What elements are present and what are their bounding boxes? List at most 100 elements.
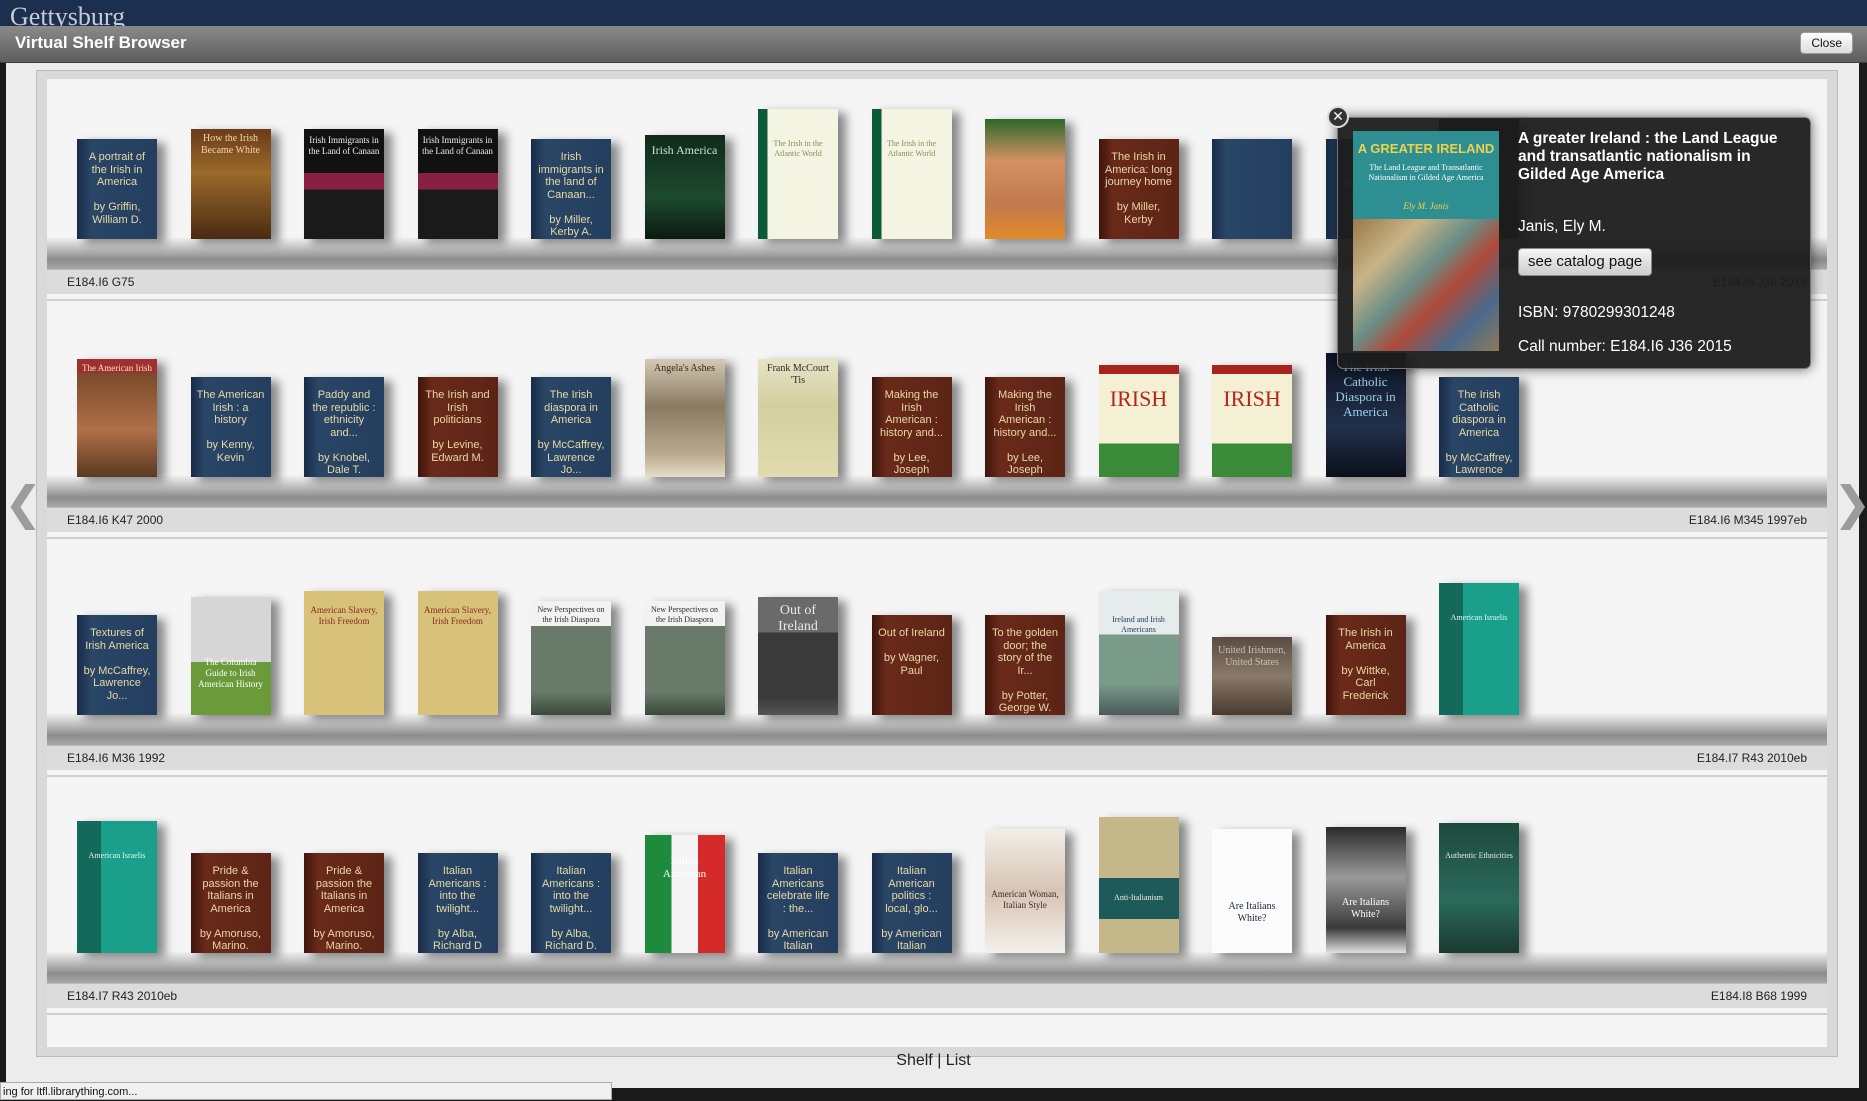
book-cover[interactable]: Are Italians White? — [1212, 829, 1292, 953]
cover-title: Italian American — [662, 855, 707, 880]
cover-title: Ireland and Irish Americans — [1112, 615, 1165, 634]
book-text: The American Irish : a history by Kenny,… — [196, 389, 265, 464]
book-cover[interactable]: Anti-Italianism — [1098, 817, 1179, 953]
book-cover[interactable]: Are Italians White? — [1325, 827, 1406, 953]
book-cover[interactable]: IRISH — [1098, 365, 1179, 477]
book-cover[interactable]: The Irish diaspora in America by McCaffr… — [531, 377, 611, 477]
book-cover[interactable]: Out of Ireland — [758, 597, 838, 715]
book-cover[interactable]: The Columbia Guide to Irish American His… — [190, 597, 271, 715]
book-cover[interactable]: Angela's Ashes — [644, 359, 725, 477]
popup-call-number: Call number: E184.I6 J36 2015 — [1518, 338, 1732, 355]
cover-art — [1098, 817, 1179, 953]
shelf-row: E184.I7 R43 2010eb E184.I8 B68 1999 Americ… — [47, 793, 1827, 1015]
prev-arrow-icon[interactable]: ❮ — [4, 480, 43, 526]
book-cover[interactable]: American Slavery, Irish Freedom — [304, 591, 384, 715]
book-cover[interactable]: Italian Americans : into the twilight...… — [417, 853, 498, 953]
dialog-titlebar: Virtual Shelf Browser Close — [0, 26, 1867, 63]
book-cover[interactable]: Irish immigrants in the land of Canaan..… — [531, 139, 611, 239]
book-cover[interactable]: IRISH — [1212, 365, 1292, 477]
cover-title: Out of Ireland — [778, 603, 818, 634]
book-cover[interactable]: The Irish in the Atlantic World — [871, 109, 952, 239]
see-catalog-page-button[interactable]: see catalog page — [1518, 248, 1653, 276]
book-cover[interactable]: American Woman, Italian Style — [985, 829, 1065, 953]
book-cover[interactable]: Paddy and the republic : ethnicity and..… — [304, 377, 384, 477]
book-cover[interactable]: The American Irish : a history by Kenny,… — [190, 377, 271, 477]
cover-art — [644, 359, 725, 477]
book-cover[interactable]: The Irish in America by Wittke, Carl Fre… — [1325, 615, 1406, 715]
book-text: Italian American politics : local, glo..… — [881, 865, 942, 953]
shelf-view-link[interactable]: Shelf — [896, 1052, 932, 1069]
shelf-row: E184.I6 M36 1992 E184.I7 R43 2010eb Textur… — [47, 555, 1827, 777]
popup-cover-subtitle: The Land League and Transatlantic Nation… — [1368, 163, 1484, 182]
cover-art — [1325, 827, 1406, 953]
close-button[interactable]: Close — [1800, 32, 1853, 54]
cover-title: The American Irish — [82, 363, 152, 373]
book-cover[interactable]: Italian Americans : into the twilight...… — [531, 853, 611, 953]
book-cover[interactable]: Irish Immigrants in the Land of Canaan — [304, 129, 384, 239]
book-text: Making the Irish American : history and.… — [993, 389, 1057, 476]
book-cover[interactable]: How the Irish Became White — [190, 129, 271, 239]
cover-title: Irish Immigrants in the Land of Canaan — [308, 135, 380, 156]
cover-title: Are Italians White? — [1342, 897, 1389, 920]
cover-title: Irish America — [651, 143, 718, 157]
list-view-link[interactable]: List — [946, 1052, 971, 1069]
book-cover[interactable]: The Irish in America: long journey home … — [1098, 139, 1179, 239]
book-cover[interactable]: The Irish in the Atlantic World — [758, 109, 838, 239]
book-cover[interactable]: Textures of Irish America by McCaffrey, … — [77, 615, 157, 715]
shelf-label-bar: E184.I7 R43 2010eb E184.I8 B68 1999 — [47, 983, 1827, 1008]
book-text: The Irish and Irish politicians by Levin… — [425, 389, 490, 464]
book-cover[interactable]: Irish Immigrants in the Land of Canaan — [417, 129, 498, 239]
cover-art — [1098, 365, 1179, 477]
next-arrow-icon[interactable]: ❯ — [1833, 480, 1867, 526]
book-cover[interactable]: Pride & passion the Italians in America … — [304, 853, 384, 953]
book-cover[interactable]: A portrait of the Irish in America by Gr… — [77, 139, 157, 239]
site-logo: Gettysburg — [10, 2, 126, 26]
cover-art — [1439, 583, 1519, 715]
book-text: To the golden door; the story of the Ir.… — [991, 627, 1059, 714]
book-text: A portrait of the Irish in America by Gr… — [88, 151, 146, 226]
cover-title: How the Irish Became White — [201, 133, 260, 156]
book-cover[interactable]: Frank McCourt 'Tis — [758, 359, 838, 477]
book-cover[interactable]: The Irish and Irish politicians by Levin… — [417, 377, 498, 477]
book-cover[interactable]: United Irishmen, United States — [1212, 637, 1292, 715]
dialog-title: Virtual Shelf Browser — [15, 33, 187, 52]
cover-title: Angela's Ashes — [654, 363, 715, 374]
book-cover[interactable]: American Israelis — [77, 821, 157, 953]
book-cover[interactable]: Italian American — [644, 835, 725, 953]
book-text: Out of Ireland by Wagner, Paul — [878, 627, 945, 677]
cover-title: United Irishmen, United States — [1218, 645, 1286, 668]
book-cover[interactable]: Making the Irish American : history and.… — [985, 377, 1065, 477]
popup-book-cover: A GREATER IRELAND The Land League and Tr… — [1353, 131, 1499, 351]
book-text: The Irish in America: long journey home … — [1104, 151, 1173, 226]
book-cover[interactable]: Pride & passion the Italians in America … — [190, 853, 271, 953]
book-cover[interactable]: The Irish Catholic Diaspora in America — [1325, 353, 1406, 477]
book-cover[interactable] — [1212, 139, 1292, 239]
book-text: Italian Americans celebrate life : the..… — [766, 865, 830, 953]
book-cover[interactable]: Making the Irish American : history and.… — [871, 377, 952, 477]
book-cover[interactable]: Ireland and Irish Americans — [1098, 591, 1179, 715]
book-cover[interactable]: New Perspectives on the Irish Diaspora — [531, 601, 611, 715]
book-cover[interactable]: American Slavery, Irish Freedom — [417, 591, 498, 715]
book-cover[interactable]: New Perspectives on the Irish Diaspora — [644, 601, 725, 715]
shelf-start-callno: E184.I7 R43 2010eb — [67, 989, 178, 1003]
book-detail-popup: A GREATER IRELAND The Land League and Tr… — [1337, 117, 1811, 369]
book-cover[interactable]: Italian Americans celebrate life : the..… — [758, 853, 838, 953]
shelf-label-bar: E184.I6 K47 2000 E184.I6 M345 1997eb — [47, 507, 1827, 532]
popup-close-icon[interactable]: ✕ — [1327, 106, 1349, 128]
shelf-plank — [47, 475, 1827, 507]
book-cover[interactable]: Irish America — [644, 135, 725, 239]
cover-title: American Woman, Italian Style — [991, 889, 1059, 910]
cover-title: American Slavery, Irish Freedom — [424, 605, 491, 626]
cover-art — [985, 119, 1065, 239]
book-cover[interactable]: Italian American politics : local, glo..… — [871, 853, 952, 953]
shelf-start-callno: E184.I6 G75 — [67, 275, 135, 289]
book-cover[interactable]: To the golden door; the story of the Ir.… — [985, 615, 1065, 715]
book-cover[interactable]: American Israelis — [1439, 583, 1519, 715]
book-text: Italian Americans : into the twilight...… — [541, 865, 601, 952]
book-text: Pride & passion the Italians in America … — [199, 865, 262, 952]
book-cover[interactable]: The American Irish — [77, 359, 157, 477]
book-cover[interactable] — [985, 119, 1065, 239]
book-cover[interactable]: Authentic Ethnicities — [1439, 823, 1519, 953]
book-cover[interactable]: The Irish Catholic diaspora in America b… — [1439, 377, 1519, 477]
book-cover[interactable]: Out of Ireland by Wagner, Paul — [871, 615, 952, 715]
